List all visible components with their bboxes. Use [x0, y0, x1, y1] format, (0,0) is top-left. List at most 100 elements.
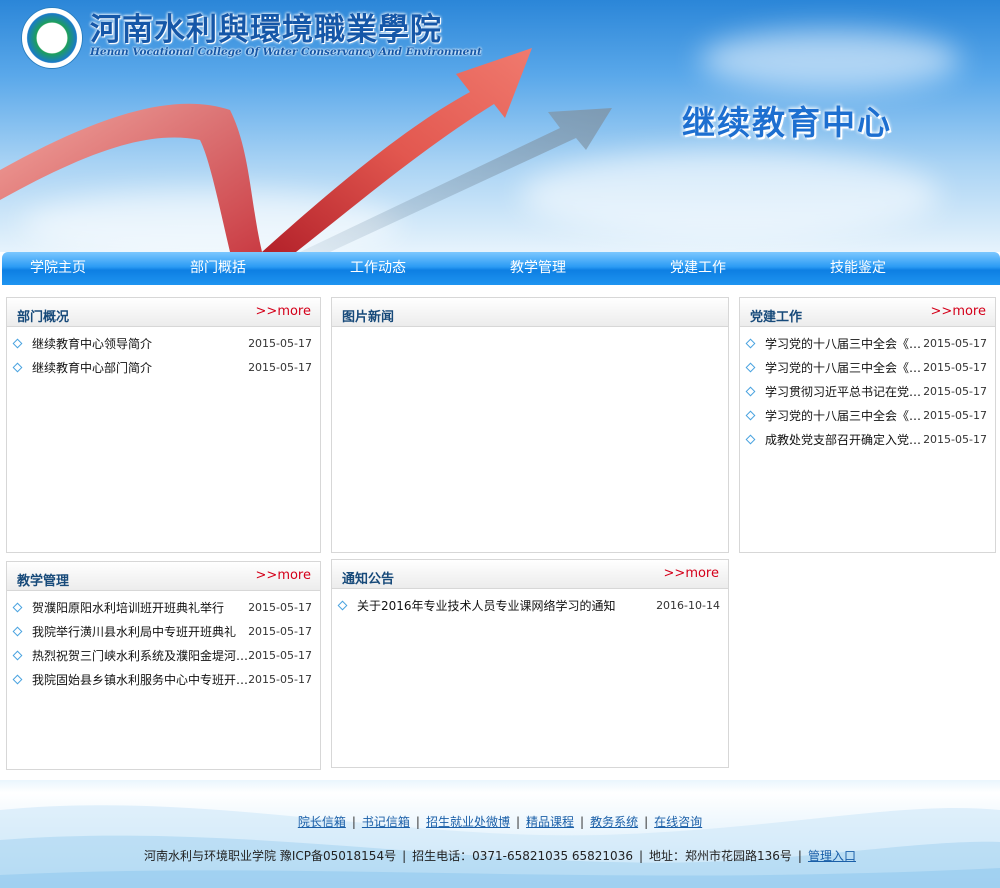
nav-item-teaching[interactable]: 教学管理 — [510, 252, 566, 285]
footer-info: 河南水利与环境职业学院 豫ICP备05018154号 | 招生电话：0371-658… — [0, 847, 1000, 864]
nav-item-party[interactable]: 党建工作 — [670, 252, 726, 285]
list-item-title[interactable]: 继续教育中心领导简介 — [32, 332, 242, 356]
separator: | — [515, 815, 521, 829]
list-item-title[interactable]: 学习党的十八届三中全会《… — [765, 332, 923, 356]
notice-panel: 通知公告 >>more 关于2016年专业技术人员专业课网络学习的通知 2016… — [331, 559, 729, 768]
list-item[interactable]: 成教处党支部召开确定入党… 2015-05-17 — [740, 428, 995, 452]
diamond-bullet-icon — [745, 386, 756, 397]
panel-header: 通知公告 >>more — [332, 560, 728, 589]
main-nav: 学院主页 部门概括 工作动态 教学管理 党建工作 技能鉴定 — [2, 252, 1000, 285]
department-list: 继续教育中心领导简介 2015-05-17 继续教育中心部门简介 2015-05… — [7, 332, 320, 380]
diamond-bullet-icon — [745, 410, 756, 421]
separator: | — [415, 815, 420, 829]
list-item[interactable]: 我院固始县乡镇水利服务中心中专班开… 2015-05-17 — [7, 668, 320, 692]
panel-title: 教学管理 — [17, 574, 70, 589]
nav-item-news[interactable]: 工作动态 — [350, 252, 406, 285]
separator: | — [402, 849, 407, 863]
diamond-bullet-icon — [12, 650, 23, 661]
nav-item-department[interactable]: 部门概括 — [190, 252, 246, 285]
nav-item-skills[interactable]: 技能鉴定 — [830, 252, 886, 285]
list-item-title[interactable]: 我院固始县乡镇水利服务中心中专班开… — [32, 668, 250, 692]
separator: | — [797, 849, 802, 863]
teaching-panel: 教学管理 >>more 贺濮阳原阳水利培训班开班典礼举行 2015-05-17 … — [6, 561, 321, 770]
diamond-bullet-icon — [337, 600, 348, 611]
site-title: 继续教育中心 — [682, 103, 892, 142]
list-item-title[interactable]: 继续教育中心部门简介 — [32, 356, 242, 380]
list-item-title[interactable]: 热烈祝贺三门峡水利系统及濮阳金堤河… — [32, 644, 250, 668]
teaching-list: 贺濮阳原阳水利培训班开班典礼举行 2015-05-17 我院举行潢川县水利局中专… — [7, 596, 320, 692]
list-item-date: 2015-05-17 — [248, 673, 312, 686]
panel-header: 部门概况 >>more — [7, 298, 320, 327]
list-item[interactable]: 学习党的十八届三中全会《… 2015-05-17 — [740, 356, 995, 380]
footer-link-quality-courses[interactable]: 精品课程 — [526, 815, 574, 829]
notice-list: 关于2016年专业技术人员专业课网络学习的通知 2016-10-14 — [332, 594, 728, 618]
footer-wave-graphic — [0, 805, 1000, 888]
list-item-title[interactable]: 学习贯彻习近平总书记在党… — [765, 380, 923, 404]
footer-link-admissions-weibo[interactable]: 招生就业处微博 — [426, 815, 510, 829]
footer-admin-link[interactable]: 管理入口 — [808, 849, 856, 863]
list-item[interactable]: 我院举行潢川县水利局中专班开班典礼 2015-05-17 — [7, 620, 320, 644]
diamond-bullet-icon — [745, 338, 756, 349]
list-item-date: 2015-05-17 — [248, 601, 312, 614]
footer-school-name: 河南水利与环境职业学院 — [144, 849, 277, 863]
footer-link-academic-system[interactable]: 教务系统 — [590, 815, 638, 829]
college-logo[interactable] — [22, 8, 82, 68]
separator: | — [644, 815, 649, 829]
list-item-date: 2015-05-17 — [248, 649, 312, 662]
photo-news-panel: 图片新闻 — [331, 297, 729, 553]
diamond-bullet-icon — [745, 362, 756, 373]
list-item-title[interactable]: 关于2016年专业技术人员专业课网络学习的通知 — [357, 594, 647, 618]
diamond-bullet-icon — [12, 338, 23, 349]
list-item-title[interactable]: 成教处党支部召开确定入党… — [765, 428, 923, 452]
footer-link-president-mailbox[interactable]: 院长信箱 — [298, 815, 346, 829]
department-panel: 部门概况 >>more 继续教育中心领导简介 2015-05-17 继续教育中心… — [6, 297, 321, 553]
list-item-title[interactable]: 学习党的十八届三中全会《… — [765, 404, 923, 428]
college-name: 河南水利與環境職業學院 — [90, 12, 442, 48]
list-item-date: 2015-05-17 — [248, 625, 312, 638]
diamond-bullet-icon — [745, 434, 756, 445]
list-item-date: 2015-05-17 — [923, 337, 987, 350]
list-item-title[interactable]: 学习党的十八届三中全会《… — [765, 356, 923, 380]
list-item-date: 2015-05-17 — [923, 385, 987, 398]
nav-item-home[interactable]: 学院主页 — [30, 252, 86, 285]
list-item[interactable]: 关于2016年专业技术人员专业课网络学习的通知 2016-10-14 — [332, 594, 728, 618]
footer-link-online-consult[interactable]: 在线咨询 — [654, 815, 702, 829]
list-item-date: 2016-10-14 — [656, 599, 720, 612]
college-name-en: Henan Vocational College Of Water Conser… — [90, 46, 482, 58]
separator: | — [580, 815, 585, 829]
list-item-date: 2015-05-17 — [923, 409, 987, 422]
list-item[interactable]: 学习贯彻习近平总书记在党… 2015-05-17 — [740, 380, 995, 404]
footer-address: 地址：郑州市花园路136号 — [649, 849, 792, 863]
list-item[interactable]: 贺濮阳原阳水利培训班开班典礼举行 2015-05-17 — [7, 596, 320, 620]
party-list: 学习党的十八届三中全会《… 2015-05-17 学习党的十八届三中全会《… 2… — [740, 332, 995, 452]
list-item[interactable]: 学习党的十八届三中全会《… 2015-05-17 — [740, 404, 995, 428]
footer-link-secretary-mailbox[interactable]: 书记信箱 — [362, 815, 410, 829]
list-item-date: 2015-05-17 — [923, 433, 987, 446]
list-item[interactable]: 热烈祝贺三门峡水利系统及濮阳金堤河… 2015-05-17 — [7, 644, 320, 668]
panel-header: 教学管理 >>more — [7, 562, 320, 591]
list-item[interactable]: 继续教育中心部门简介 2015-05-17 — [7, 356, 320, 380]
list-item-date: 2015-05-17 — [923, 361, 987, 374]
footer: 院长信箱 | 书记信箱 | 招生就业处微博 | 精品课程 | 教务系统 | 在线咨询 河南水利与环境… — [0, 780, 1000, 888]
more-link[interactable]: >>more — [931, 304, 986, 319]
separator: | — [351, 815, 356, 829]
panel-header: 党建工作 >>more — [740, 298, 995, 327]
list-item-title[interactable]: 我院举行潢川县水利局中专班开班典礼 — [32, 620, 250, 644]
diamond-bullet-icon — [12, 602, 23, 613]
panel-header: 图片新闻 — [332, 298, 728, 327]
footer-links: 院长信箱 | 书记信箱 | 招生就业处微博 | 精品课程 | 教务系统 | 在线咨询 — [0, 813, 1000, 830]
list-item[interactable]: 学习党的十八届三中全会《… 2015-05-17 — [740, 332, 995, 356]
list-item-title[interactable]: 贺濮阳原阳水利培训班开班典礼举行 — [32, 596, 250, 620]
header-banner: 河南水利與環境職業學院 Henan Vocational College Of … — [0, 0, 1000, 252]
list-item[interactable]: 继续教育中心领导简介 2015-05-17 — [7, 332, 320, 356]
footer-icp: 豫ICP备05018154号 — [279, 849, 397, 863]
diamond-bullet-icon — [12, 674, 23, 685]
more-link[interactable]: >>more — [664, 566, 719, 581]
list-item-date: 2015-05-17 — [248, 361, 312, 374]
list-item-date: 2015-05-17 — [248, 337, 312, 350]
more-link[interactable]: >>more — [256, 568, 311, 583]
panel-title: 部门概况 — [17, 310, 70, 325]
separator: | — [638, 849, 644, 863]
panel-title: 通知公告 — [342, 572, 395, 587]
more-link[interactable]: >>more — [256, 304, 311, 319]
